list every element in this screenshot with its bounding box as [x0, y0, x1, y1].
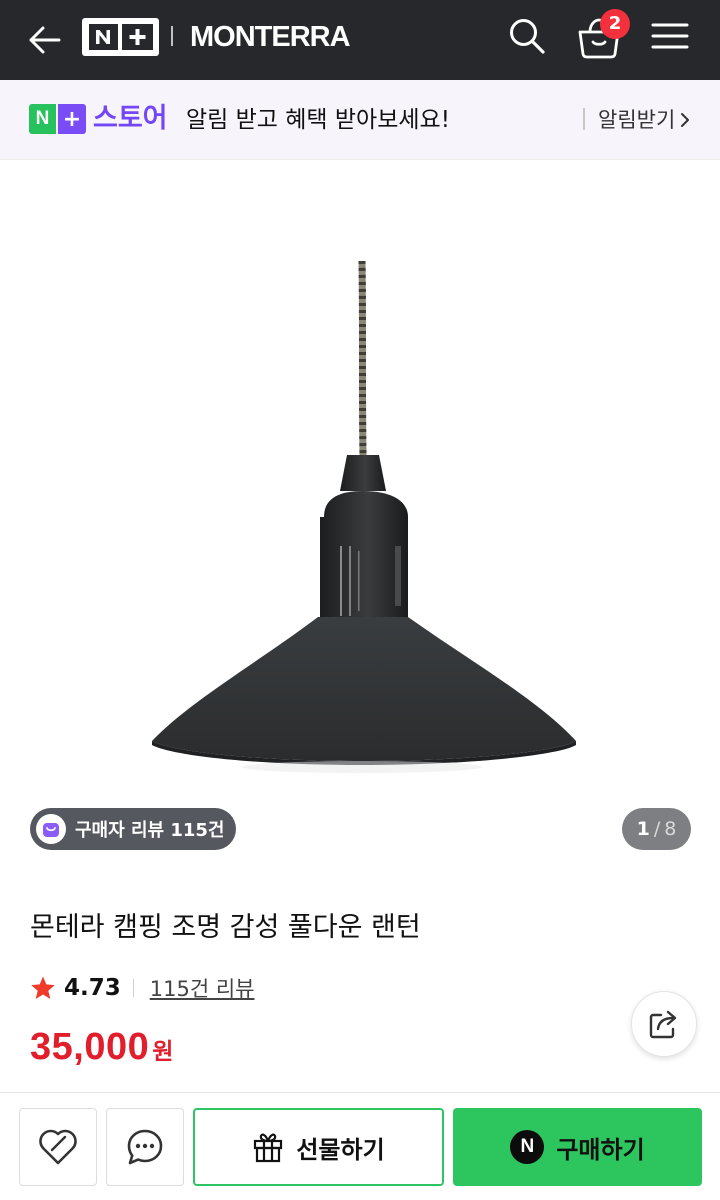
plus-mark-icon: +	[58, 104, 86, 134]
n-mark-icon: N	[29, 104, 56, 134]
npay-icon: N	[510, 1130, 545, 1164]
notice-divider	[583, 108, 585, 130]
search-button[interactable]	[506, 14, 548, 58]
naver-plus-logo[interactable]	[82, 18, 159, 56]
image-page-counter: 1 / 8	[622, 808, 691, 850]
menu-button[interactable]	[648, 14, 692, 58]
hamburger-menu-icon	[651, 23, 689, 49]
gift-button-label: 선물하기	[296, 1135, 385, 1164]
subscribe-alert-button[interactable]: 알림받기	[598, 102, 691, 138]
wishlist-heart-icon	[39, 1129, 77, 1165]
gift-button[interactable]: 선물하기	[193, 1108, 444, 1186]
brand-name[interactable]: MONTERRA	[190, 16, 351, 58]
n-plus-logo-icon	[88, 24, 153, 50]
product-image[interactable]	[0, 161, 720, 881]
chat-bubble-icon	[127, 1129, 163, 1165]
review-count-link[interactable]: 115건 리뷰	[150, 973, 255, 1003]
buyer-review-badge[interactable]: 구매자 리뷰 115건	[30, 808, 236, 850]
product-title: 몬테라 캠핑 조명 감성 풀다운 랜턴	[30, 912, 421, 943]
current-image-index: 1	[636, 818, 650, 840]
store-logo: N +	[29, 104, 86, 134]
subscribe-alert-label: 알림받기	[598, 108, 676, 132]
price-amount: 35,000	[30, 1026, 150, 1068]
rating-score: 4.73	[64, 975, 121, 1001]
store-label: 스토어	[93, 103, 168, 134]
pendant-lantern-image	[152, 260, 576, 773]
shopping-bag-icon	[36, 814, 66, 844]
search-icon	[510, 19, 545, 54]
buyer-review-count: 구매자 리뷰 115건	[75, 820, 225, 841]
logo-divider	[171, 26, 173, 46]
gift-box-icon	[254, 1133, 283, 1163]
buy-button-label: 구매하기	[556, 1135, 645, 1164]
rating-row: 4.73 115건 리뷰	[30, 969, 254, 1007]
wishlist-button[interactable]	[19, 1108, 97, 1186]
total-image-count: 8	[664, 818, 677, 840]
back-button[interactable]	[22, 18, 66, 62]
cart-count-badge: 2	[600, 9, 630, 39]
notice-message: 알림 받고 혜택 받아보세요!	[186, 107, 450, 133]
page-separator: /	[653, 818, 661, 840]
chevron-right-icon	[681, 113, 690, 127]
share-icon	[649, 1010, 677, 1039]
talktalk-inquiry-button[interactable]	[106, 1108, 184, 1186]
back-arrow-icon	[29, 26, 61, 54]
rating-divider	[132, 979, 134, 997]
price-row: 35,000 원	[30, 1026, 173, 1074]
star-icon	[31, 976, 55, 999]
share-button[interactable]	[631, 991, 697, 1057]
price-unit: 원	[152, 1039, 174, 1065]
buy-button[interactable]: N 구매하기	[453, 1108, 702, 1186]
